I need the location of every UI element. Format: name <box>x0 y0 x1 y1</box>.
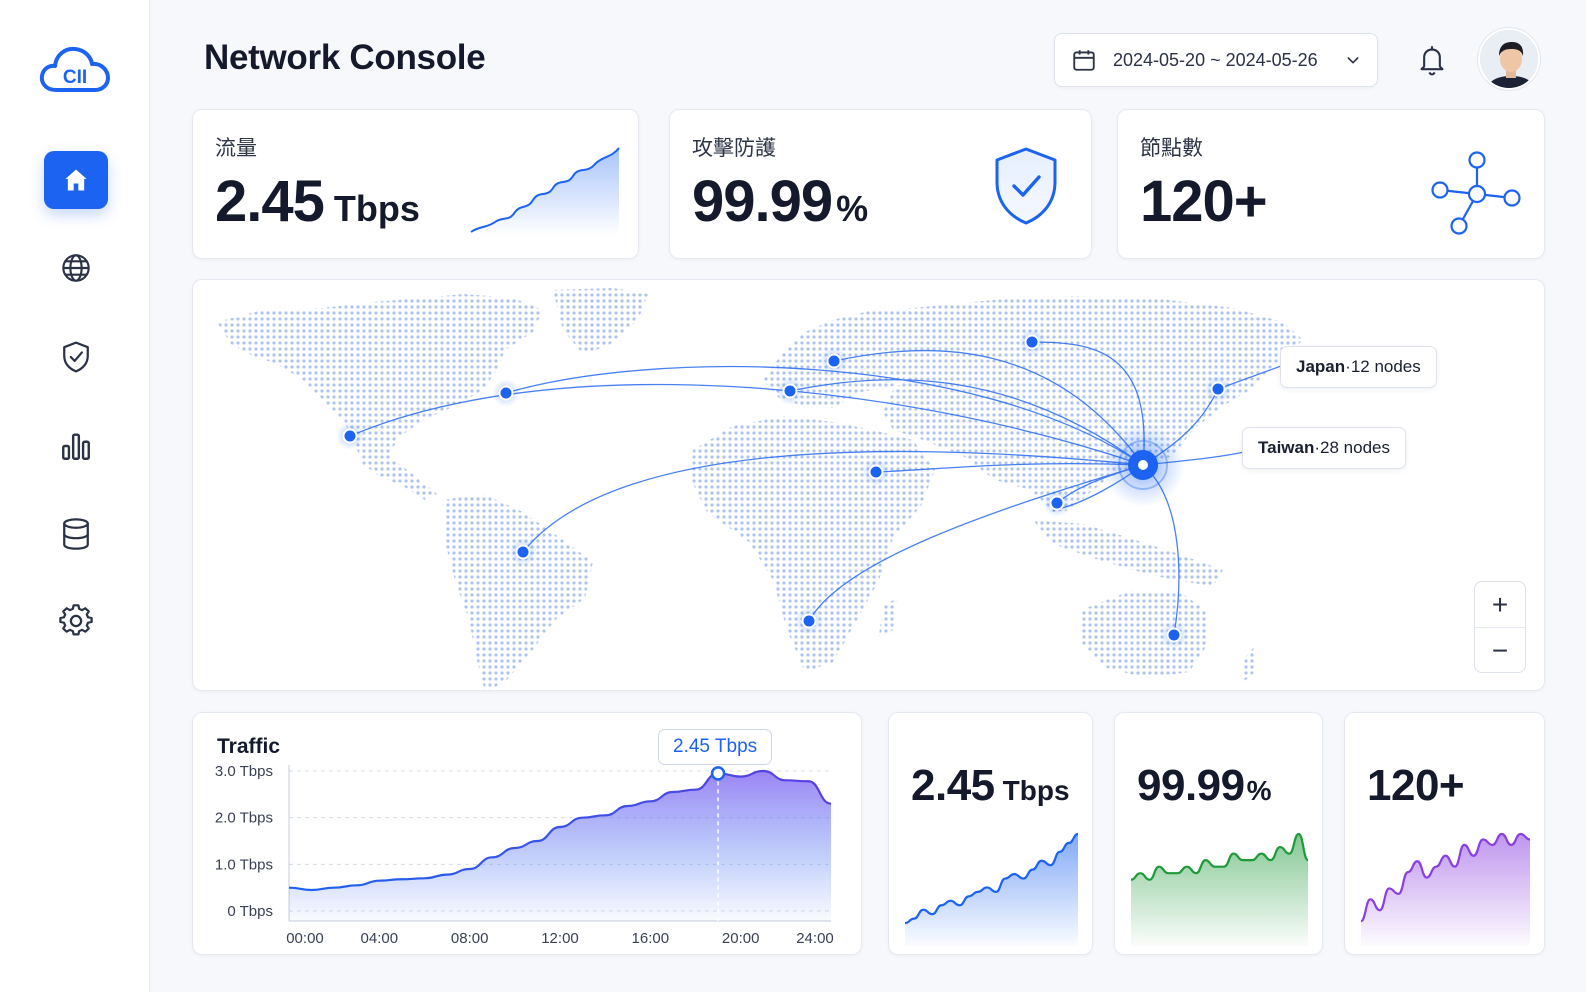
kpi-label: 節點數 <box>1140 136 1203 160</box>
zoom-out-button[interactable]: − <box>1475 628 1525 674</box>
map-tag-detail: 12 nodes <box>1350 357 1421 376</box>
mini-card-traffic[interactable]: 2.45 Tbps <box>888 712 1093 955</box>
y-tick-label: 2.0 Tbps <box>215 810 273 827</box>
y-tick-label: 0 Tbps <box>227 903 273 920</box>
notifications-button[interactable] <box>1412 40 1452 80</box>
kpi-card-nodes[interactable]: 節點數 120+ <box>1117 109 1545 259</box>
x-tick-label: 24:00 <box>796 930 834 947</box>
kpi-label: 攻擊防護 <box>692 136 776 160</box>
kpi-label: 流量 <box>215 136 257 160</box>
kpi-card-protection[interactable]: 攻擊防護 99.99% <box>669 109 1092 259</box>
database-icon <box>63 518 89 550</box>
map-node[interactable] <box>492 379 520 407</box>
globe-icon <box>62 254 90 282</box>
map-tag-detail: 28 nodes <box>1320 438 1390 457</box>
map-node[interactable] <box>336 422 364 450</box>
map-tag-taiwan[interactable]: Taiwan · 28 nodes <box>1242 427 1406 469</box>
kpi-value: 120+ <box>1140 169 1268 234</box>
x-tick-label: 00:00 <box>286 930 324 947</box>
logo[interactable]: CII <box>38 40 112 96</box>
y-tick-label: 3.0 Tbps <box>215 763 273 780</box>
kpi-value: 99.99% <box>692 169 869 234</box>
mini-sparkline <box>1360 832 1531 946</box>
date-range-text: 2024-05-20 ~ 2024-05-26 <box>1113 49 1318 70</box>
user-avatar[interactable] <box>1478 28 1540 90</box>
bell-icon <box>1420 46 1444 76</box>
mini-value: 2.45 Tbps <box>911 761 1070 810</box>
x-tick-label: 20:00 <box>722 930 760 947</box>
trend-area-chart <box>470 147 620 236</box>
map-tag-japan[interactable]: Japan · 12 nodes <box>1280 346 1437 388</box>
mini-sparkline <box>904 832 1079 946</box>
shield-check-icon <box>63 341 89 373</box>
map-hub-taiwan[interactable] <box>1101 423 1185 507</box>
mini-value: 99.99% <box>1137 761 1272 810</box>
map-node-japan[interactable] <box>1204 375 1232 403</box>
map-node[interactable] <box>1043 489 1071 517</box>
x-tick-label: 16:00 <box>632 930 670 947</box>
nav-security[interactable] <box>44 328 108 386</box>
home-icon <box>65 169 87 191</box>
map-node[interactable] <box>776 377 804 405</box>
map-node[interactable] <box>795 607 823 635</box>
sparkline-area <box>1131 834 1308 946</box>
nav-settings[interactable] <box>44 592 108 650</box>
sidebar: CII <box>0 0 150 992</box>
map-node[interactable] <box>509 538 537 566</box>
x-tick-label: 04:00 <box>361 930 399 947</box>
logo-text: CII <box>63 67 87 88</box>
page-title: Network Console <box>204 38 486 77</box>
traffic-chart-card[interactable]: Traffic 2.45 Tbps 3.0 Tbps 2.0 Tbps 1.0 Tb… <box>192 712 862 955</box>
y-tick-label: 1.0 Tbps <box>215 856 273 873</box>
nav-analytics[interactable] <box>44 417 108 475</box>
shield-check-icon <box>995 147 1057 225</box>
kpi-card-traffic[interactable]: 流量 2.45 Tbps <box>192 109 639 259</box>
traffic-area <box>289 771 831 921</box>
world-map[interactable] <box>193 280 1545 691</box>
settings-icon <box>59 604 93 636</box>
avatar-portrait-icon <box>1480 30 1538 88</box>
highlight-point[interactable] <box>710 766 726 781</box>
date-range-picker[interactable]: 2024-05-20 ~ 2024-05-26 <box>1054 33 1378 87</box>
mini-sparkline <box>1130 832 1309 946</box>
map-node[interactable] <box>1018 328 1046 356</box>
chevron-down-icon <box>1347 57 1359 64</box>
kpi-value: 2.45 Tbps <box>215 169 420 234</box>
world-map-card[interactable]: Japan · 12 nodes Taiwan · 28 nodes + − <box>192 279 1545 691</box>
map-zoom-controls: + − <box>1474 581 1526 673</box>
nav-storage[interactable] <box>44 505 108 563</box>
bar-chart-icon <box>62 433 90 460</box>
cloud-logo-icon: CII <box>39 46 110 92</box>
mini-card-protection[interactable]: 99.99% <box>1114 712 1323 955</box>
traffic-area-chart[interactable]: 3.0 Tbps 2.0 Tbps 1.0 Tbps 0 Tbps 00:00 04:00… <box>193 713 863 956</box>
network-nodes-icon <box>1431 151 1521 235</box>
map-tag-name: Japan <box>1296 357 1346 376</box>
map-node[interactable] <box>862 458 890 486</box>
mini-card-nodes[interactable]: 120+ <box>1344 712 1545 955</box>
map-node[interactable] <box>1160 621 1188 649</box>
map-tag-name: Taiwan <box>1258 438 1315 457</box>
x-tick-label: 12:00 <box>541 930 579 947</box>
nav-network[interactable] <box>44 239 108 297</box>
map-node[interactable] <box>820 347 848 375</box>
calendar-icon <box>1073 50 1095 71</box>
x-tick-label: 08:00 <box>451 930 489 947</box>
nav-home[interactable] <box>44 151 108 209</box>
zoom-in-button[interactable]: + <box>1475 582 1525 628</box>
mini-value: 120+ <box>1367 761 1465 810</box>
